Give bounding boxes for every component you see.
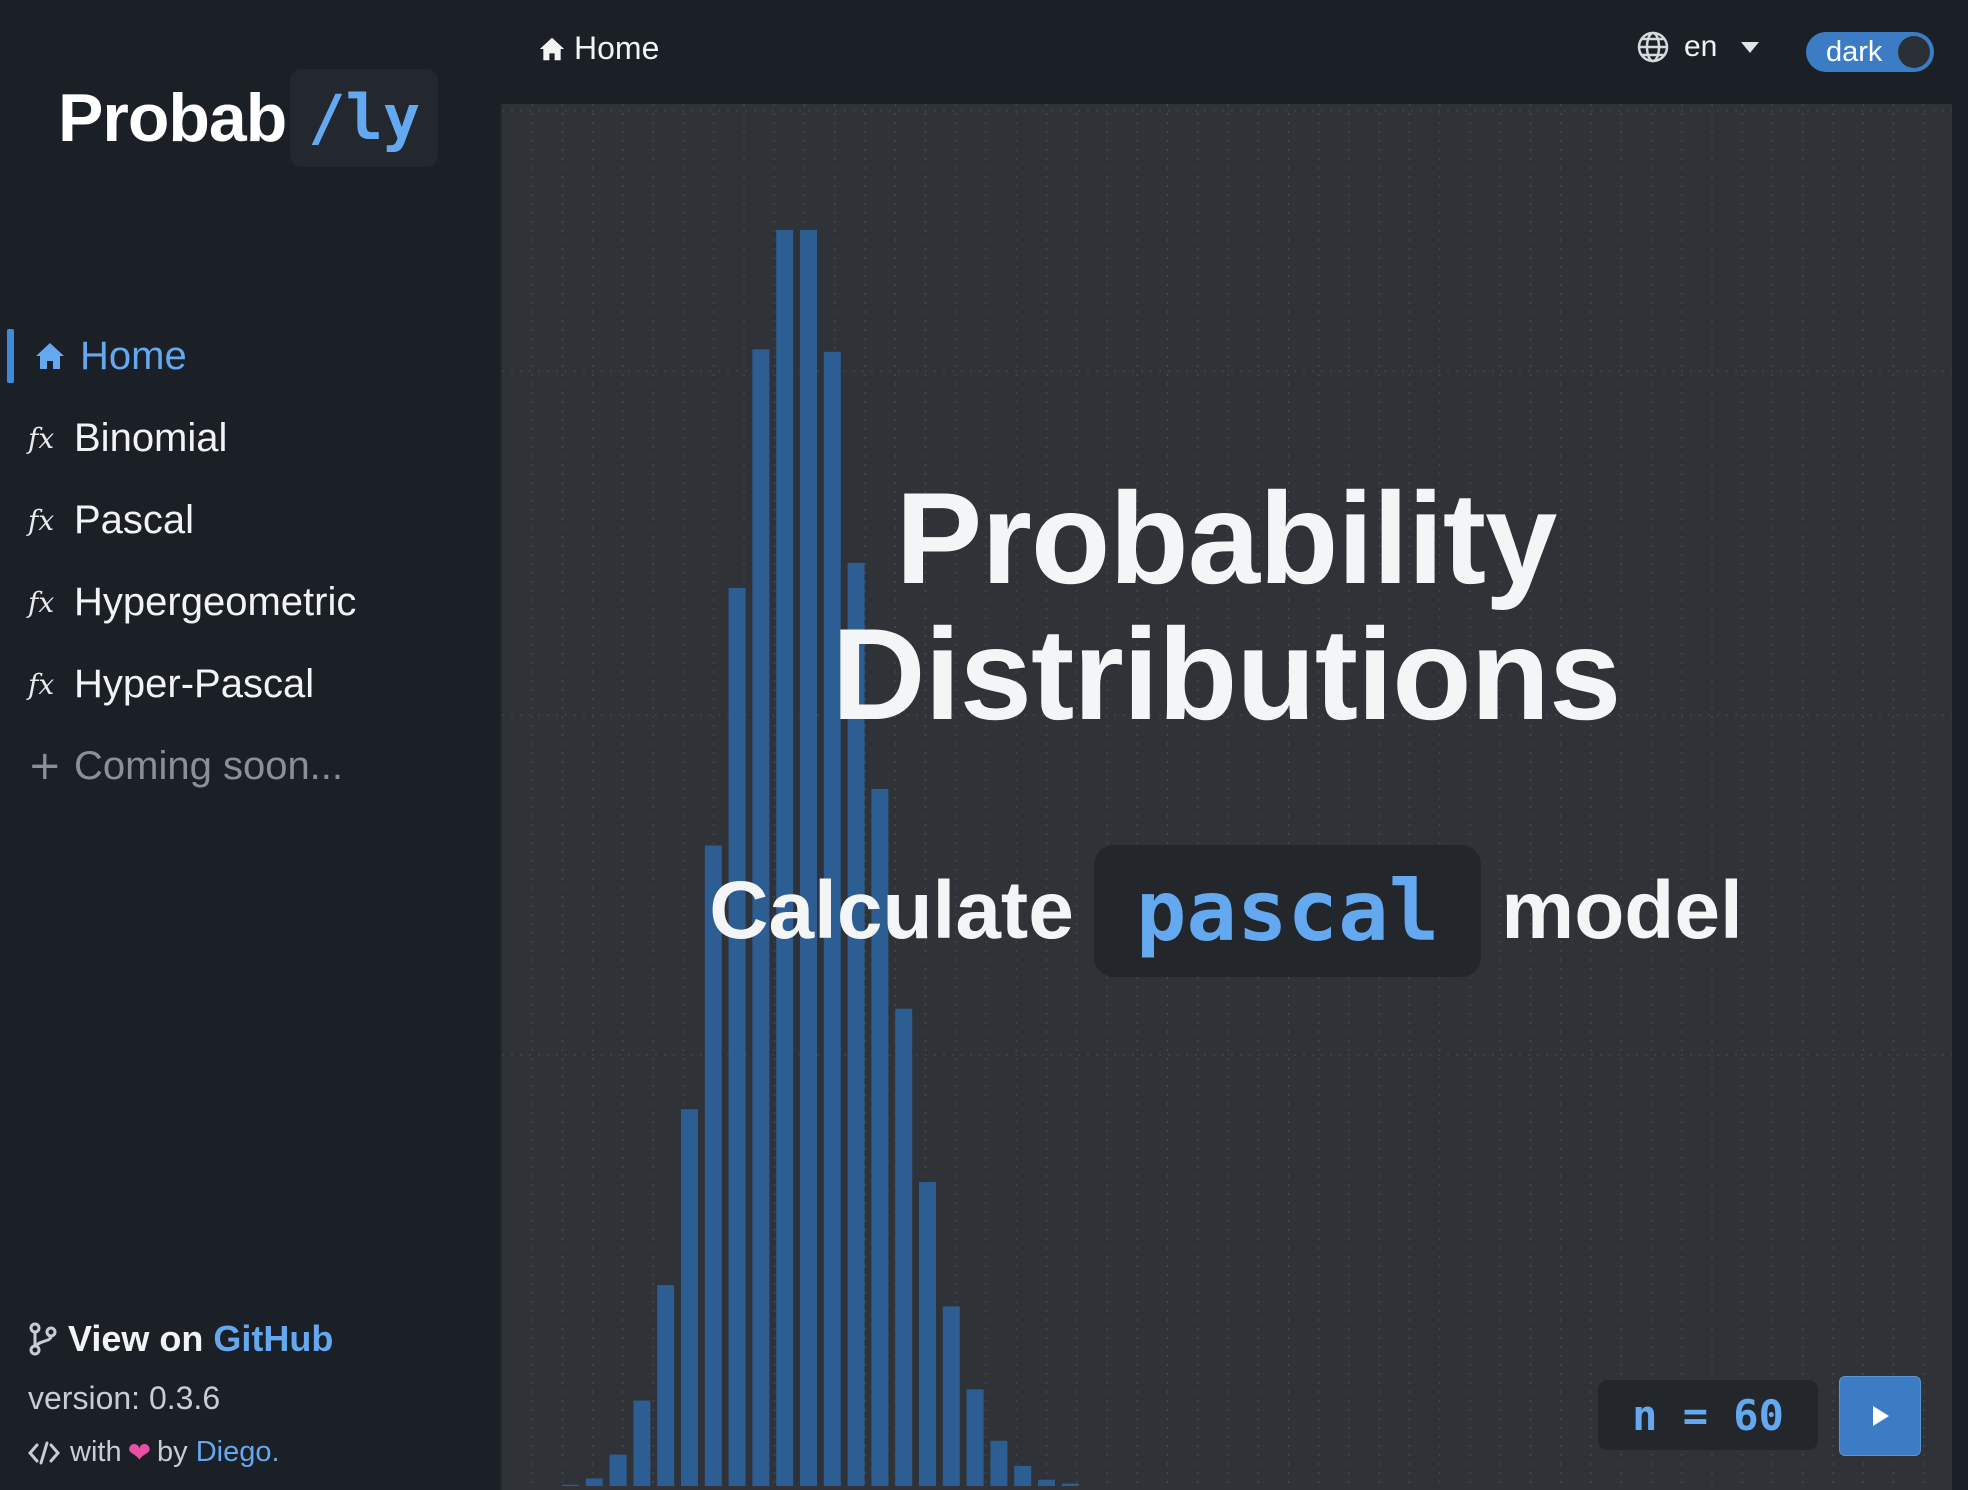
- chart-bar: [966, 1389, 984, 1486]
- version-label: version: 0.3.6: [28, 1380, 221, 1416]
- credits-with: with: [70, 1436, 122, 1468]
- play-icon: [1869, 1404, 1891, 1428]
- sidebar-item-coming-soon: + Coming soon...: [0, 725, 500, 807]
- logo-text: Probab: [58, 80, 287, 156]
- subtitle-prefix: Calculate: [709, 865, 1074, 956]
- fx-icon: fx: [28, 421, 55, 455]
- toggle-knob: [1898, 36, 1930, 68]
- git-branch-icon: [28, 1322, 58, 1356]
- chart-bar: [895, 1008, 913, 1486]
- language-select[interactable]: en: [1636, 30, 1760, 64]
- github-prefix: View on: [68, 1318, 204, 1359]
- sidebar-item-label: Home: [80, 333, 187, 378]
- hero-title-line1: Probability: [895, 465, 1558, 611]
- credits: with ❤ by Diego.: [28, 1436, 280, 1469]
- sidebar-item-label: Binomial: [74, 415, 228, 460]
- chart-bar: [585, 1478, 603, 1486]
- chart-bar: [633, 1400, 651, 1486]
- subtitle-suffix: model: [1501, 865, 1743, 956]
- sidebar: Probab /ly Home fx Binomial fx Pascal fx…: [0, 0, 500, 1490]
- fx-icon: fx: [28, 585, 55, 619]
- sidebar-item-label: Coming soon...: [74, 743, 344, 788]
- sidebar-item-pascal[interactable]: fx Pascal: [0, 479, 500, 561]
- code-icon: [28, 1441, 60, 1465]
- heart-icon: ❤: [127, 1437, 152, 1468]
- chart-bar: [609, 1454, 627, 1486]
- author-link[interactable]: Diego.: [196, 1436, 280, 1469]
- chart-bar: [1061, 1483, 1079, 1486]
- fx-icon: fx: [28, 667, 55, 701]
- globe-icon: [1636, 30, 1670, 64]
- sidebar-item-label: Hyper-Pascal: [74, 661, 315, 706]
- chart-bar: [681, 1109, 698, 1486]
- github-link-text[interactable]: GitHub: [213, 1318, 333, 1360]
- sidebar-nav: Home fx Binomial fx Pascal fx Hypergeome…: [0, 315, 500, 807]
- sidebar-item-hypergeometric[interactable]: fx Hypergeometric: [0, 561, 500, 643]
- chart-bar: [942, 1306, 960, 1486]
- n-value-display: n = 60: [1598, 1380, 1818, 1450]
- sidebar-item-binomial[interactable]: fx Binomial: [0, 397, 500, 479]
- main-panel: [500, 104, 1952, 1490]
- chart-bar: [1038, 1479, 1055, 1486]
- app-logo[interactable]: Probab /ly: [58, 68, 439, 168]
- chart-bar: [919, 1182, 936, 1486]
- chart-bar: [562, 1484, 579, 1486]
- chart-bar: [1014, 1465, 1032, 1486]
- breadcrumb[interactable]: Home: [538, 30, 659, 67]
- model-name: pascal: [1093, 845, 1482, 977]
- home-icon: [538, 36, 566, 62]
- theme-label: dark: [1826, 35, 1883, 68]
- credits-by: by: [157, 1436, 188, 1468]
- fx-icon: fx: [28, 503, 55, 537]
- hero-title: Probability Distributions: [500, 470, 1952, 742]
- hero-subtitle: Calculate pascal model: [500, 845, 1952, 977]
- chevron-down-icon: [1741, 41, 1760, 53]
- logo-code: /ly: [290, 69, 439, 167]
- distribution-chart: [502, 104, 1952, 1490]
- sidebar-item-hyper-pascal[interactable]: fx Hyper-Pascal: [0, 643, 500, 725]
- sidebar-item-label: Hypergeometric: [74, 579, 357, 624]
- hero-title-line2: Distributions: [831, 601, 1622, 747]
- scrollbar[interactable]: [1952, 104, 1968, 1490]
- language-value: en: [1684, 30, 1718, 63]
- chart-bar: [990, 1440, 1008, 1486]
- chart-bar: [657, 1285, 675, 1486]
- github-link[interactable]: View on GitHub: [28, 1318, 333, 1360]
- plus-icon: +: [28, 743, 62, 789]
- sidebar-item-label: Pascal: [74, 497, 195, 542]
- sidebar-item-home[interactable]: Home: [0, 315, 500, 397]
- home-icon: [34, 341, 74, 371]
- top-bar: Home en dark: [500, 0, 1968, 104]
- theme-toggle[interactable]: dark: [1806, 32, 1934, 72]
- play-button[interactable]: [1839, 1376, 1921, 1456]
- breadcrumb-label: Home: [574, 30, 660, 66]
